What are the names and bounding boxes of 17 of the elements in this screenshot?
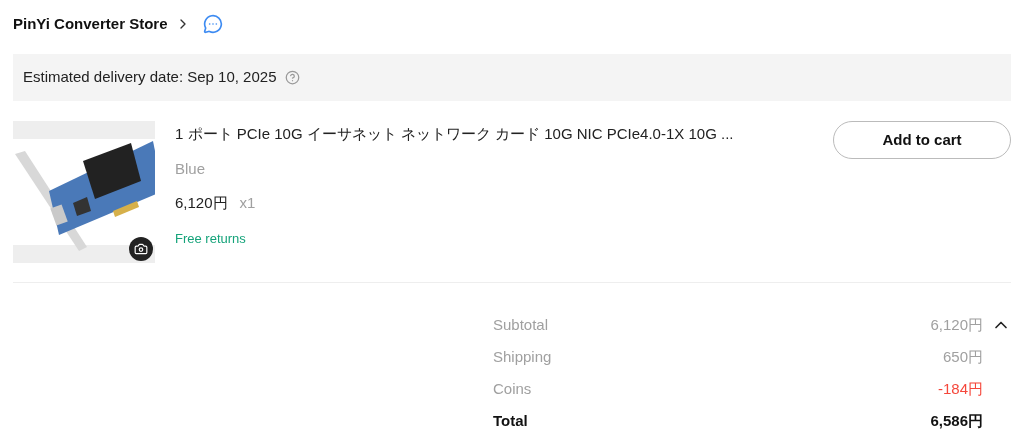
quantity: x1 [239,193,256,213]
price: 6,120円 [175,193,228,213]
store-name[interactable]: PinYi Converter Store [13,12,168,36]
free-returns: Free returns [175,229,247,248]
help-icon[interactable] [284,70,300,85]
chat-icon[interactable] [203,14,224,34]
summary-value: -184円 [937,378,983,399]
summary-label: Coins [493,378,532,399]
summary-label: Total [493,410,528,431]
summary-label: Subtotal [493,314,549,335]
product-title[interactable]: 1 ポート PCIe 10G イーサネット ネットワーク カード 10G NIC PCIe4.0-1X 10G ... [175,123,833,146]
variant-label: Blue [175,158,207,179]
summary-label: Shipping [493,346,552,367]
delivery-date: Estimated delivery date: Sep 10, 2025 [23,67,277,88]
summary-value: 6,586円 [930,410,983,431]
summary-value: 650円 [942,346,983,367]
summary-value: 6,120円 [930,314,983,335]
